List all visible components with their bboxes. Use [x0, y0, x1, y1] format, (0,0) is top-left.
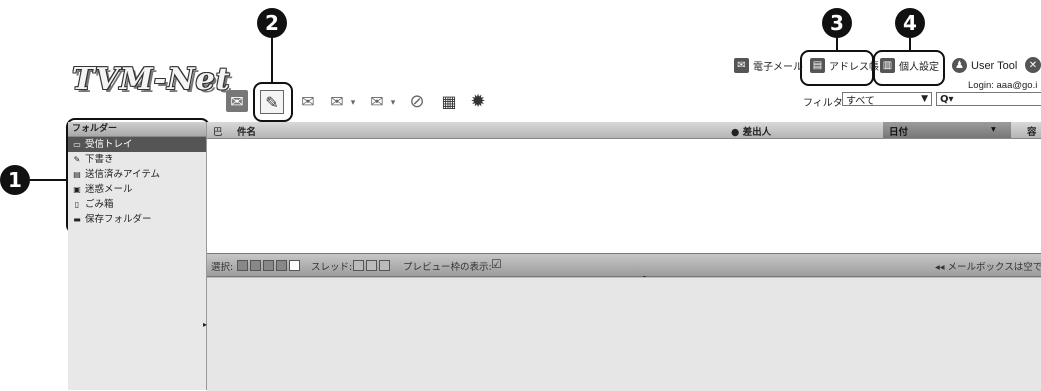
filter-select[interactable]: すべて ▼	[842, 92, 932, 107]
pencil-icon: ✎	[73, 155, 81, 164]
settings-link[interactable]: ▥ 個人設定	[880, 58, 939, 73]
folder-item-label: 迷惑メール	[85, 184, 133, 195]
folder-item-label: 下書き	[85, 154, 114, 165]
inbox-icon: ▭	[73, 140, 81, 149]
thread-list-icon[interactable]	[353, 260, 364, 271]
preview-label: プレビュー枠の表示:	[403, 262, 492, 273]
get-mail-icon[interactable]: ✉	[226, 90, 248, 112]
settings-label: 個人設定	[899, 62, 939, 73]
callout-2-line	[271, 38, 273, 82]
app-logo: TVM-Net	[72, 62, 231, 97]
select-label: 選択:	[211, 262, 234, 273]
address-book-icon: ▤	[810, 58, 825, 73]
list-control-bar: 選択: スレッド: プレビュー枠の表示: ☑ ◂◂ メールボックスは空で	[207, 253, 1041, 277]
preview-pane	[207, 277, 1041, 391]
folder-item-saved[interactable]: ▬ 保存フォルダー	[68, 212, 206, 227]
select-current-icon[interactable]	[250, 260, 261, 271]
mail-icon: ✉	[734, 58, 749, 73]
folder-item-label: 保存フォルダー	[85, 214, 152, 225]
gear-icon[interactable]: ✹	[467, 90, 489, 112]
thread-collapse-icon[interactable]	[379, 260, 390, 271]
user-tool-link[interactable]: ♟ User Tool	[952, 58, 1017, 73]
contacts-icon[interactable]: ▦	[438, 90, 460, 112]
callout-1-line	[30, 179, 68, 181]
message-list	[207, 139, 1041, 253]
flag-column-header[interactable]: 巴	[213, 124, 223, 138]
message-list-header: 巴 件名 ● 差出人 日付 ▾ 容	[207, 122, 1041, 139]
date-column-header[interactable]: 日付 ▾	[883, 122, 1011, 138]
folder-panel: フォルダー ▭ 受信トレイ ✎ 下書き ▤ 送信済みアイテム ▣ 迷惑メール ▯…	[68, 122, 207, 390]
address-book-link[interactable]: ▤ アドレス帳	[810, 58, 879, 73]
trash-icon: ▯	[74, 200, 80, 209]
login-label: Login: aaa@go.i	[968, 80, 1038, 91]
select-flagged-icon[interactable]	[276, 260, 287, 271]
select-all-icon[interactable]	[237, 260, 248, 271]
reply-all-icon[interactable]: ✉	[326, 90, 348, 112]
filter-value: すべて	[846, 95, 875, 107]
settings-icon: ▥	[880, 58, 895, 73]
sender-column-header[interactable]: ● 差出人	[731, 124, 771, 138]
junk-icon: ▣	[73, 185, 81, 194]
preview-checkbox[interactable]: ☑	[491, 257, 502, 271]
user-tool-label: User Tool	[971, 59, 1018, 72]
subject-column-header[interactable]: 件名	[237, 124, 256, 138]
folder-item-label: 受信トレイ	[85, 139, 133, 150]
folder-item-drafts[interactable]: ✎ 下書き	[68, 152, 206, 167]
chevron-down-icon: ▼	[921, 94, 928, 104]
mailbox-status: ◂◂ メールボックスは空で	[935, 262, 1041, 273]
callout-1: 1	[0, 165, 30, 195]
reply-icon[interactable]: ✉	[297, 90, 319, 112]
select-none-icon[interactable]	[289, 260, 300, 271]
callout-3: 3	[822, 8, 852, 38]
folder-item-label: 送信済みアイテム	[85, 169, 161, 180]
user-icon: ♟	[952, 58, 967, 73]
sent-icon: ▤	[73, 170, 81, 179]
thread-label: スレッド:	[311, 262, 353, 273]
folder-item-label: ごみ箱	[85, 199, 114, 210]
sort-icon: ▾	[991, 124, 996, 135]
callout-2: 2	[257, 8, 287, 38]
folder-icon: ▬	[73, 215, 81, 224]
mail-link[interactable]: ✉ 電子メール	[734, 58, 803, 73]
close-icon[interactable]: ✕	[1025, 57, 1041, 73]
size-column-header[interactable]: 容	[1027, 124, 1037, 138]
address-book-label: アドレス帳	[829, 62, 879, 73]
forward-icon[interactable]: ✉	[366, 90, 388, 112]
callout-4: 4	[895, 8, 925, 38]
reply-dropdown-icon[interactable]: ▾	[348, 92, 358, 114]
search-icon: Q▾	[940, 93, 954, 105]
compose-icon[interactable]: ✎	[260, 90, 284, 114]
folder-item-trash[interactable]: ▯ ごみ箱	[68, 197, 206, 212]
delete-icon[interactable]: ⊘	[406, 90, 428, 112]
folder-item-inbox[interactable]: ▭ 受信トレイ	[68, 137, 206, 152]
date-column-label: 日付	[889, 127, 909, 138]
mail-link-label: 電子メール	[753, 62, 803, 73]
thread-expand-icon[interactable]	[366, 260, 377, 271]
forward-dropdown-icon[interactable]: ▾	[388, 92, 398, 114]
folder-panel-header: フォルダー	[68, 122, 206, 137]
select-unread-icon[interactable]	[263, 260, 274, 271]
folder-item-junk[interactable]: ▣ 迷惑メール	[68, 182, 206, 197]
folder-item-sent[interactable]: ▤ 送信済みアイテム	[68, 167, 206, 182]
search-input[interactable]: Q▾	[936, 92, 1041, 106]
